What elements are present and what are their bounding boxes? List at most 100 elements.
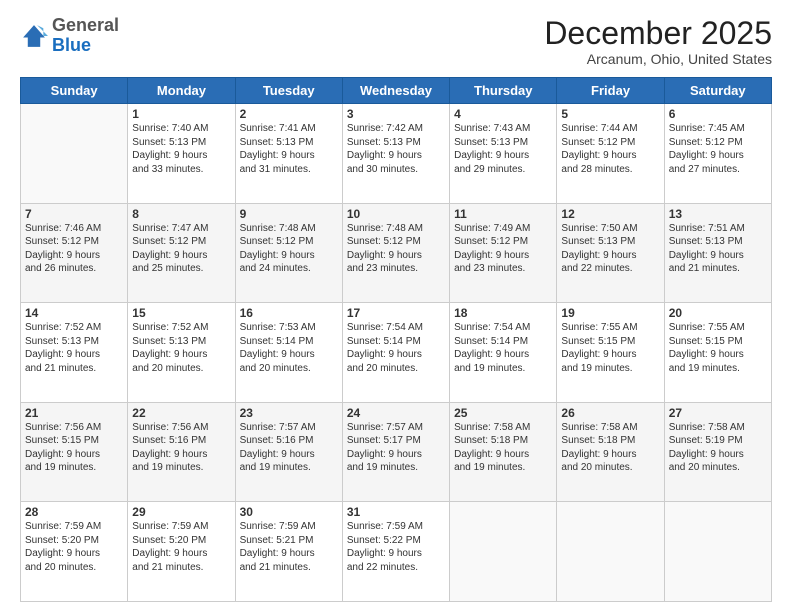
logo-text: General Blue [52,16,119,56]
month-title: December 2025 [544,16,772,51]
table-row: 5Sunrise: 7:44 AMSunset: 5:12 PMDaylight… [557,104,664,204]
table-row: 2Sunrise: 7:41 AMSunset: 5:13 PMDaylight… [235,104,342,204]
table-row [557,502,664,602]
table-row: 9Sunrise: 7:48 AMSunset: 5:12 PMDaylight… [235,203,342,303]
day-info: Sunrise: 7:55 AMSunset: 5:15 PMDaylight:… [669,321,767,375]
table-row: 24Sunrise: 7:57 AMSunset: 5:17 PMDayligh… [342,402,449,502]
table-row [664,502,771,602]
day-number: 2 [240,107,338,121]
table-row: 7Sunrise: 7:46 AMSunset: 5:12 PMDaylight… [21,203,128,303]
day-info: Sunrise: 7:52 AMSunset: 5:13 PMDaylight:… [132,321,230,375]
day-info: Sunrise: 7:41 AMSunset: 5:13 PMDaylight:… [240,122,338,176]
day-info: Sunrise: 7:53 AMSunset: 5:14 PMDaylight:… [240,321,338,375]
day-number: 4 [454,107,552,121]
day-info: Sunrise: 7:57 AMSunset: 5:16 PMDaylight:… [240,421,338,475]
day-number: 1 [132,107,230,121]
day-number: 15 [132,306,230,320]
table-row: 3Sunrise: 7:42 AMSunset: 5:13 PMDaylight… [342,104,449,204]
day-info: Sunrise: 7:59 AMSunset: 5:22 PMDaylight:… [347,520,445,574]
table-row: 13Sunrise: 7:51 AMSunset: 5:13 PMDayligh… [664,203,771,303]
day-number: 30 [240,505,338,519]
day-info: Sunrise: 7:42 AMSunset: 5:13 PMDaylight:… [347,122,445,176]
table-row: 4Sunrise: 7:43 AMSunset: 5:13 PMDaylight… [450,104,557,204]
day-number: 6 [669,107,767,121]
table-row: 26Sunrise: 7:58 AMSunset: 5:18 PMDayligh… [557,402,664,502]
day-info: Sunrise: 7:57 AMSunset: 5:17 PMDaylight:… [347,421,445,475]
location: Arcanum, Ohio, United States [544,51,772,67]
table-row: 11Sunrise: 7:49 AMSunset: 5:12 PMDayligh… [450,203,557,303]
day-info: Sunrise: 7:49 AMSunset: 5:12 PMDaylight:… [454,222,552,276]
day-info: Sunrise: 7:40 AMSunset: 5:13 PMDaylight:… [132,122,230,176]
col-sunday: Sunday [21,78,128,104]
table-row: 27Sunrise: 7:58 AMSunset: 5:19 PMDayligh… [664,402,771,502]
day-number: 8 [132,207,230,221]
day-number: 18 [454,306,552,320]
day-number: 21 [25,406,123,420]
table-row: 29Sunrise: 7:59 AMSunset: 5:20 PMDayligh… [128,502,235,602]
table-row: 12Sunrise: 7:50 AMSunset: 5:13 PMDayligh… [557,203,664,303]
header: General Blue December 2025 Arcanum, Ohio… [20,16,772,67]
table-row: 25Sunrise: 7:58 AMSunset: 5:18 PMDayligh… [450,402,557,502]
day-info: Sunrise: 7:56 AMSunset: 5:16 PMDaylight:… [132,421,230,475]
table-row: 23Sunrise: 7:57 AMSunset: 5:16 PMDayligh… [235,402,342,502]
table-row: 15Sunrise: 7:52 AMSunset: 5:13 PMDayligh… [128,303,235,403]
day-number: 24 [347,406,445,420]
table-row: 31Sunrise: 7:59 AMSunset: 5:22 PMDayligh… [342,502,449,602]
table-row: 8Sunrise: 7:47 AMSunset: 5:12 PMDaylight… [128,203,235,303]
day-number: 12 [561,207,659,221]
title-block: December 2025 Arcanum, Ohio, United Stat… [544,16,772,67]
table-row: 22Sunrise: 7:56 AMSunset: 5:16 PMDayligh… [128,402,235,502]
day-number: 17 [347,306,445,320]
day-info: Sunrise: 7:58 AMSunset: 5:19 PMDaylight:… [669,421,767,475]
table-row [450,502,557,602]
col-tuesday: Tuesday [235,78,342,104]
day-info: Sunrise: 7:47 AMSunset: 5:12 PMDaylight:… [132,222,230,276]
table-row: 21Sunrise: 7:56 AMSunset: 5:15 PMDayligh… [21,402,128,502]
table-row: 28Sunrise: 7:59 AMSunset: 5:20 PMDayligh… [21,502,128,602]
day-info: Sunrise: 7:50 AMSunset: 5:13 PMDaylight:… [561,222,659,276]
day-info: Sunrise: 7:59 AMSunset: 5:21 PMDaylight:… [240,520,338,574]
day-number: 19 [561,306,659,320]
table-row [21,104,128,204]
day-number: 5 [561,107,659,121]
day-info: Sunrise: 7:58 AMSunset: 5:18 PMDaylight:… [561,421,659,475]
table-row: 6Sunrise: 7:45 AMSunset: 5:12 PMDaylight… [664,104,771,204]
day-number: 20 [669,306,767,320]
table-row: 18Sunrise: 7:54 AMSunset: 5:14 PMDayligh… [450,303,557,403]
day-info: Sunrise: 7:56 AMSunset: 5:15 PMDaylight:… [25,421,123,475]
col-monday: Monday [128,78,235,104]
table-row: 14Sunrise: 7:52 AMSunset: 5:13 PMDayligh… [21,303,128,403]
day-info: Sunrise: 7:45 AMSunset: 5:12 PMDaylight:… [669,122,767,176]
day-number: 22 [132,406,230,420]
day-info: Sunrise: 7:59 AMSunset: 5:20 PMDaylight:… [25,520,123,574]
day-number: 7 [25,207,123,221]
table-row: 17Sunrise: 7:54 AMSunset: 5:14 PMDayligh… [342,303,449,403]
day-info: Sunrise: 7:46 AMSunset: 5:12 PMDaylight:… [25,222,123,276]
col-wednesday: Wednesday [342,78,449,104]
table-row: 30Sunrise: 7:59 AMSunset: 5:21 PMDayligh… [235,502,342,602]
col-thursday: Thursday [450,78,557,104]
day-number: 9 [240,207,338,221]
logo-general: General [52,16,119,36]
day-number: 26 [561,406,659,420]
day-info: Sunrise: 7:51 AMSunset: 5:13 PMDaylight:… [669,222,767,276]
day-number: 27 [669,406,767,420]
day-number: 14 [25,306,123,320]
calendar-week-row: 21Sunrise: 7:56 AMSunset: 5:15 PMDayligh… [21,402,772,502]
day-info: Sunrise: 7:54 AMSunset: 5:14 PMDaylight:… [347,321,445,375]
day-number: 29 [132,505,230,519]
day-number: 23 [240,406,338,420]
day-info: Sunrise: 7:48 AMSunset: 5:12 PMDaylight:… [240,222,338,276]
table-row: 10Sunrise: 7:48 AMSunset: 5:12 PMDayligh… [342,203,449,303]
day-info: Sunrise: 7:52 AMSunset: 5:13 PMDaylight:… [25,321,123,375]
calendar-week-row: 7Sunrise: 7:46 AMSunset: 5:12 PMDaylight… [21,203,772,303]
day-info: Sunrise: 7:55 AMSunset: 5:15 PMDaylight:… [561,321,659,375]
page: General Blue December 2025 Arcanum, Ohio… [0,0,792,612]
day-number: 28 [25,505,123,519]
day-number: 3 [347,107,445,121]
calendar-header-row: Sunday Monday Tuesday Wednesday Thursday… [21,78,772,104]
day-info: Sunrise: 7:43 AMSunset: 5:13 PMDaylight:… [454,122,552,176]
day-info: Sunrise: 7:58 AMSunset: 5:18 PMDaylight:… [454,421,552,475]
day-number: 16 [240,306,338,320]
col-friday: Friday [557,78,664,104]
